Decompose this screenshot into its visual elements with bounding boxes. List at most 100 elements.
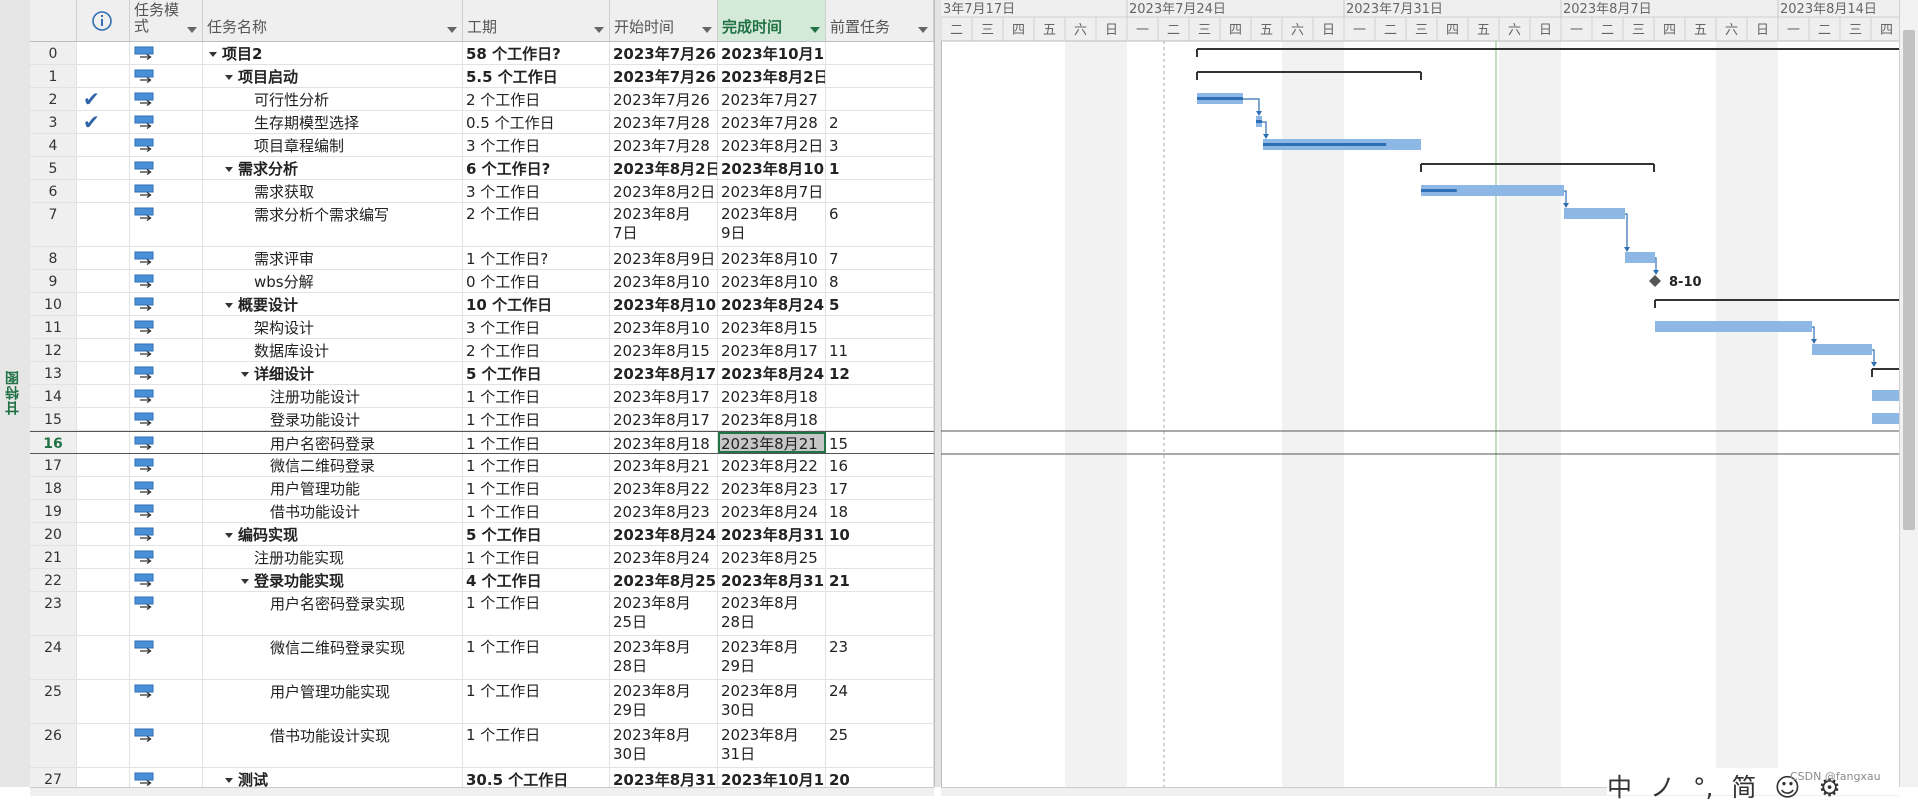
indicator-cell[interactable] — [77, 454, 130, 476]
finish-cell[interactable]: 2023年8月 29日 — [718, 636, 826, 679]
task-mode-cell[interactable] — [130, 316, 203, 338]
task-mode-cell[interactable] — [130, 362, 203, 384]
ime-chinese-mode[interactable]: 中 — [1607, 773, 1632, 802]
duration-cell[interactable]: 5 个工作日 — [463, 523, 610, 545]
pred-cell[interactable]: 7 — [826, 247, 934, 269]
chevron-down-icon[interactable] — [810, 27, 820, 33]
task-name-cell[interactable]: 项目章程编制 — [203, 134, 463, 156]
start-cell[interactable]: 2023年7月28 — [610, 111, 718, 133]
row-id[interactable]: 9 — [30, 270, 77, 292]
indicator-cell[interactable] — [77, 247, 130, 269]
task-name-cell[interactable]: 数据库设计 — [203, 339, 463, 361]
indicator-cell[interactable] — [77, 569, 130, 591]
pred-cell[interactable]: 12 — [826, 362, 934, 384]
task-mode-cell[interactable] — [130, 65, 203, 87]
task-name-cell[interactable]: 概要设计 — [203, 293, 463, 315]
predecessors-column-header[interactable]: 前置任务 — [826, 0, 934, 41]
chevron-down-icon[interactable] — [594, 27, 604, 33]
finish-cell[interactable]: 2023年8月24 — [718, 500, 826, 522]
indicator-cell[interactable] — [77, 523, 130, 545]
start-cell[interactable]: 2023年8月10 — [610, 270, 718, 292]
task-name-cell[interactable]: 架构设计 — [203, 316, 463, 338]
table-row[interactable]: 7 需求分析个需求编写 2 个工作日 2023年8月 7日 2023年8月 9日 6 — [30, 203, 934, 247]
indicator-cell[interactable] — [77, 362, 130, 384]
table-row[interactable]: 27 测试 30.5 个工作日 2023年8月31 2023年10月1 20 — [30, 768, 934, 787]
indicator-cell[interactable] — [77, 432, 130, 453]
finish-cell[interactable]: 2023年8月23 — [718, 477, 826, 499]
row-id[interactable]: 16 — [30, 432, 77, 453]
row-id[interactable]: 5 — [30, 157, 77, 179]
start-cell[interactable]: 2023年8月 30日 — [610, 724, 718, 767]
task-mode-cell[interactable] — [130, 523, 203, 545]
task-name-cell[interactable]: 编码实现 — [203, 523, 463, 545]
task-name-cell[interactable]: 借书功能设计实现 — [203, 724, 463, 767]
duration-cell[interactable]: 2 个工作日 — [463, 339, 610, 361]
pred-cell[interactable]: 18 — [826, 500, 934, 522]
pred-cell[interactable]: 11 — [826, 339, 934, 361]
table-row[interactable]: 21 注册功能实现 1 个工作日 2023年8月24 2023年8月25 — [30, 546, 934, 569]
duration-cell[interactable]: 1 个工作日 — [463, 477, 610, 499]
start-cell[interactable]: 2023年8月 29日 — [610, 680, 718, 723]
table-row[interactable]: 24 微信二维码登录实现 1 个工作日 2023年8月 28日 2023年8月 29日 2… — [30, 636, 934, 680]
task-name-cell[interactable]: 需求获取 — [203, 180, 463, 202]
task-mode-cell[interactable] — [130, 270, 203, 292]
view-label-gantt[interactable]: 甘特图 — [3, 370, 27, 415]
collapse-triangle-icon[interactable] — [209, 52, 217, 57]
indicator-cell[interactable] — [77, 592, 130, 635]
scroll-thumb[interactable] — [1903, 30, 1915, 530]
chevron-down-icon[interactable] — [187, 27, 197, 33]
duration-cell[interactable]: 1 个工作日 — [463, 385, 610, 407]
task-mode-cell[interactable] — [130, 134, 203, 156]
pred-cell[interactable] — [826, 180, 934, 202]
finish-cell[interactable]: 2023年8月18 — [718, 385, 826, 407]
task-mode-cell[interactable] — [130, 636, 203, 679]
task-mode-cell[interactable] — [130, 385, 203, 407]
start-cell[interactable]: 2023年8月10 — [610, 316, 718, 338]
finish-cell[interactable]: 2023年8月15 — [718, 316, 826, 338]
start-cell[interactable]: 2023年8月17 — [610, 408, 718, 430]
pred-cell[interactable]: 16 — [826, 454, 934, 476]
collapse-triangle-icon[interactable] — [225, 778, 233, 783]
row-id[interactable]: 24 — [30, 636, 77, 679]
table-row[interactable]: 10 概要设计 10 个工作日 2023年8月10 2023年8月24 5 — [30, 293, 934, 316]
duration-cell[interactable]: 6 个工作日? — [463, 157, 610, 179]
gantt-canvas[interactable]: 3年7月17日 2023年7月24日 2023年7月31日 2023年8月7日 2023… — [941, 0, 1899, 787]
task-mode-cell[interactable] — [130, 454, 203, 476]
pred-cell[interactable]: 3 — [826, 134, 934, 156]
table-row[interactable]: 26 借书功能设计实现 1 个工作日 2023年8月 30日 2023年8月 31日 25 — [30, 724, 934, 768]
row-id[interactable]: 20 — [30, 523, 77, 545]
finish-cell[interactable]: 2023年8月17 — [718, 339, 826, 361]
task-mode-cell[interactable] — [130, 247, 203, 269]
duration-cell[interactable]: 5.5 个工作日 — [463, 65, 610, 87]
duration-cell[interactable]: 0 个工作日 — [463, 270, 610, 292]
indicator-cell[interactable] — [77, 680, 130, 723]
indicator-cell[interactable]: ✔ — [77, 111, 130, 133]
duration-cell[interactable]: 4 个工作日 — [463, 569, 610, 591]
indicator-cell[interactable] — [77, 636, 130, 679]
task-name-cell[interactable]: 可行性分析 — [203, 88, 463, 110]
table-row[interactable]: 20 编码实现 5 个工作日 2023年8月24 2023年8月31 10 — [30, 523, 934, 546]
finish-cell[interactable]: 2023年8月10 — [718, 247, 826, 269]
finish-cell[interactable]: 2023年8月2日 — [718, 134, 826, 156]
task-mode-cell[interactable] — [130, 680, 203, 723]
task-name-cell[interactable]: 登录功能实现 — [203, 569, 463, 591]
task-mode-cell[interactable] — [130, 477, 203, 499]
pred-cell[interactable] — [826, 316, 934, 338]
duration-cell[interactable]: 2 个工作日 — [463, 88, 610, 110]
pred-cell[interactable]: 1 — [826, 157, 934, 179]
table-row[interactable]: 11 架构设计 3 个工作日 2023年8月10 2023年8月15 — [30, 316, 934, 339]
finish-cell[interactable]: 2023年7月28 — [718, 111, 826, 133]
finish-cell[interactable]: 2023年8月18 — [718, 408, 826, 430]
start-cell[interactable]: 2023年8月18 — [610, 432, 718, 453]
pred-cell[interactable]: 2 — [826, 111, 934, 133]
task-name-cell[interactable]: 用户管理功能 — [203, 477, 463, 499]
indicator-cell[interactable] — [77, 42, 130, 64]
duration-column-header[interactable]: 工期 — [463, 0, 610, 41]
task-name-cell[interactable]: 登录功能设计 — [203, 408, 463, 430]
indicator-cell[interactable] — [77, 768, 130, 787]
task-name-cell[interactable]: wbs分解 — [203, 270, 463, 292]
duration-cell[interactable]: 5 个工作日 — [463, 362, 610, 384]
finish-cell[interactable]: 2023年8月24 — [718, 293, 826, 315]
collapse-triangle-icon[interactable] — [225, 303, 233, 308]
task-mode-cell[interactable] — [130, 408, 203, 430]
